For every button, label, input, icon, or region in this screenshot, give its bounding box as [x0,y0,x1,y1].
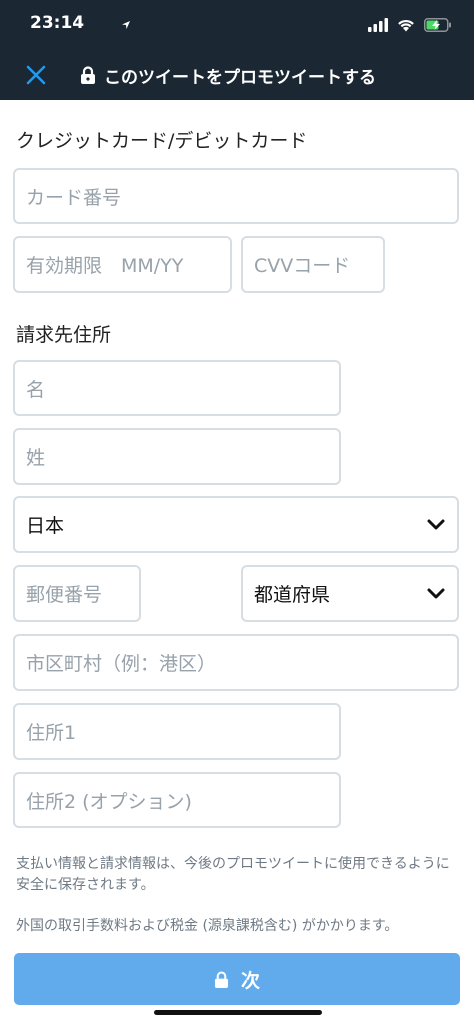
address1-placeholder: 住所1 [26,722,77,744]
last-name-placeholder: 姓 [26,447,46,469]
status-time: 23:14 [30,13,85,33]
country-select[interactable]: 日本 [13,496,459,553]
location-arrow-icon [122,21,130,29]
chevron-down-icon [427,588,445,598]
battery-charging-icon [424,18,451,32]
expiry-placeholder: 有効期限 MM/YY [26,255,184,277]
lock-icon [214,970,229,988]
page-title: このツイートをプロモツイートする [80,62,376,88]
next-button[interactable]: 次 [14,953,460,1005]
cvv-field[interactable]: CVVコード [241,236,385,293]
address1-field[interactable]: 住所1 [13,703,341,760]
wifi-icon [398,19,414,32]
last-name-field[interactable]: 姓 [13,428,341,485]
page-title-text: このツイートをプロモツイートする [104,67,376,88]
expiry-field[interactable]: 有効期限 MM/YY [13,236,232,293]
next-button-label: 次 [240,969,260,992]
card-section-title: クレジットカード/デビットカード [16,130,308,152]
postal-code-field[interactable]: 郵便番号 [13,565,141,622]
signal-icon [368,18,388,32]
status-icons [122,15,452,35]
billing-section-title: 請求先住所 [16,324,112,346]
prefecture-select[interactable]: 都道府県 [241,565,459,622]
top-bar: 23:14 このツイートをプロモツイートする [0,0,474,100]
lock-icon [81,66,95,84]
chevron-down-icon [427,519,445,529]
first-name-placeholder: 名 [26,378,46,401]
card-number-placeholder: カード番号 [26,186,122,209]
country-value: 日本 [26,515,65,537]
postal-code-placeholder: 郵便番号 [26,584,103,606]
card-number-field[interactable]: カード番号 [13,168,459,224]
close-icon[interactable] [24,63,48,87]
home-indicator [154,1010,322,1015]
city-placeholder: 市区町村（例：港区） [26,653,217,675]
cvv-placeholder: CVVコード [254,255,351,277]
address2-placeholder: 住所2 (オプション) [26,790,192,813]
fees-note: 外国の取引手数料および税金 (源泉課税含む) がかかります。 [16,918,399,934]
city-field[interactable]: 市区町村（例：港区） [13,634,459,691]
address2-field[interactable]: 住所2 (オプション) [13,772,341,828]
first-name-field[interactable]: 名 [13,360,341,416]
storage-note: 支払い情報と請求情報は、今後のプロモツイートに使用できるように安全に保存されます… [16,856,450,893]
prefecture-value: 都道府県 [254,584,331,606]
